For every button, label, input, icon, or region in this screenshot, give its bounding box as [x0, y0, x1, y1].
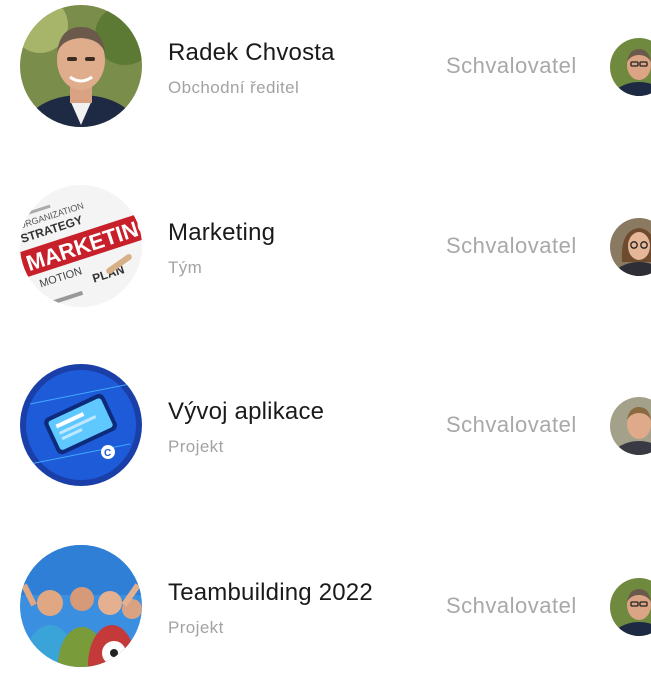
marketing-avatar: ORGANIZATION STRATEGY MARKETING MOTION P… — [20, 185, 142, 307]
approval-list: Radek Chvosta Obchodní ředitel Schvalova… — [0, 0, 651, 667]
approver-avatar[interactable] — [610, 38, 651, 96]
item-subtitle: Obchodní ředitel — [168, 78, 300, 97]
approver-avatar[interactable] — [610, 397, 651, 455]
role-label: Schvalovatel — [446, 233, 577, 258]
item-subtitle: Tým — [168, 258, 203, 277]
role-label: Schvalovatel — [446, 53, 577, 78]
item-title: Teambuilding 2022 — [168, 579, 373, 606]
approver-avatar[interactable] — [610, 218, 651, 276]
list-item[interactable]: Teambuilding 2022 Projekt Schvalovatel — [0, 545, 651, 675]
item-title: Radek Chvosta — [168, 39, 335, 66]
item-title: Marketing — [168, 219, 276, 246]
svg-text:C: C — [104, 448, 111, 459]
item-subtitle: Projekt — [168, 618, 224, 637]
list-item[interactable]: Radek Chvosta Obchodní ředitel Schvalova… — [0, 5, 651, 135]
team-avatar — [20, 545, 142, 667]
list-item[interactable]: C Vývoj aplikace Projekt Schvalovatel — [0, 364, 651, 494]
role-label: Schvalovatel — [446, 593, 577, 618]
item-subtitle: Projekt — [168, 437, 224, 456]
list-item[interactable]: ORGANIZATION STRATEGY MARKETING MOTION P… — [0, 185, 651, 315]
person-avatar — [20, 5, 142, 127]
item-title: Vývoj aplikace — [168, 398, 325, 425]
app-avatar: C — [20, 364, 142, 486]
role-label: Schvalovatel — [446, 412, 577, 437]
approver-avatar[interactable] — [610, 578, 651, 636]
